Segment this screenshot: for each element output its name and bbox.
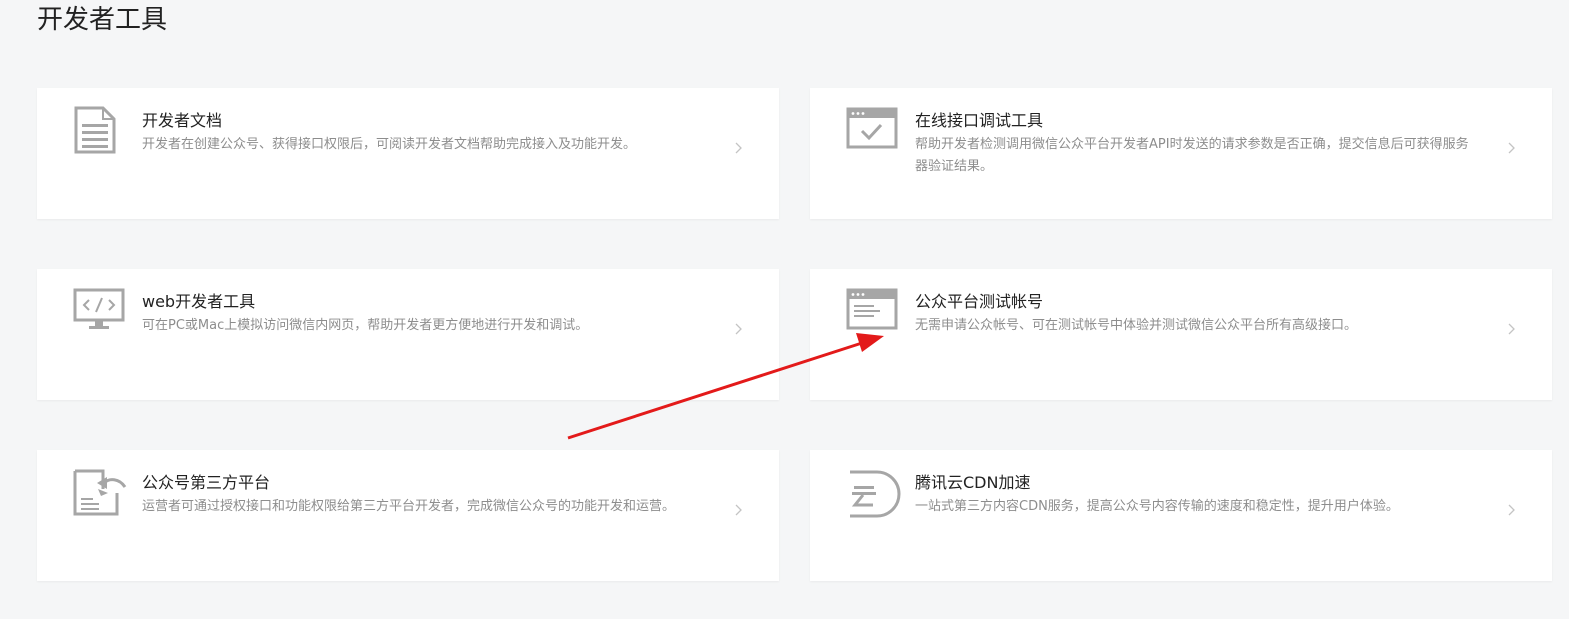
card-web-dev-tools[interactable]: web开发者工具 可在PC或Mac上模拟访问微信内网页，帮助开发者更方便地进行开…	[37, 269, 779, 400]
document-share-icon	[73, 468, 129, 518]
chevron-right-icon[interactable]	[1506, 500, 1518, 520]
card-online-api-debug[interactable]: 在线接口调试工具 帮助开发者检测调用微信公众平台开发者API时发送的请求参数是否…	[810, 88, 1552, 219]
monitor-code-icon	[73, 287, 129, 337]
tencent-cloud-icon	[846, 468, 902, 518]
card-developer-docs[interactable]: 开发者文档 开发者在创建公众号、获得接口权限后，可阅读开发者文档帮助完成接入及功…	[37, 88, 779, 219]
card-third-party-platform[interactable]: 公众号第三方平台 运营者可通过授权接口和功能权限给第三方平台开发者，完成微信公众…	[37, 450, 779, 581]
card-description: 可在PC或Mac上模拟访问微信内网页，帮助开发者更方便地进行开发和调试。	[142, 318, 589, 333]
card-title: 开发者文档	[142, 111, 223, 130]
chevron-right-icon[interactable]	[1506, 138, 1518, 158]
card-description: 帮助开发者检测调用微信公众平台开发者API时发送的请求参数是否正确，提交信息后可…	[915, 137, 1469, 174]
card-description: 无需申请公众帐号、可在测试帐号中体验并测试微信公众平台所有高级接口。	[915, 318, 1358, 333]
card-title: 公众号第三方平台	[142, 473, 271, 492]
card-test-account[interactable]: 公众平台测试帐号 无需申请公众帐号、可在测试帐号中体验并测试微信公众平台所有高级…	[810, 269, 1552, 400]
document-icon	[73, 106, 129, 156]
card-title: 在线接口调试工具	[915, 111, 1044, 130]
card-description: 一站式第三方内容CDN服务，提高公众号内容传输的速度和稳定性，提升用户体验。	[915, 499, 1399, 514]
card-title: 公众平台测试帐号	[915, 292, 1044, 311]
chevron-right-icon[interactable]	[1506, 319, 1518, 339]
page-title: 开发者工具	[37, 5, 168, 35]
card-title: 腾讯云CDN加速	[915, 473, 1031, 492]
browser-window-icon	[846, 287, 902, 337]
card-description: 运营者可通过授权接口和功能权限给第三方平台开发者，完成微信公众号的功能开发和运营…	[142, 499, 676, 514]
card-title: web开发者工具	[142, 292, 256, 311]
chevron-right-icon[interactable]	[733, 500, 745, 520]
chevron-right-icon[interactable]	[733, 138, 745, 158]
chevron-right-icon[interactable]	[733, 319, 745, 339]
card-description: 开发者在创建公众号、获得接口权限后，可阅读开发者文档帮助完成接入及功能开发。	[142, 137, 637, 152]
browser-check-icon	[846, 106, 902, 156]
card-tencent-cloud-cdn[interactable]: 腾讯云CDN加速 一站式第三方内容CDN服务，提高公众号内容传输的速度和稳定性，…	[810, 450, 1552, 581]
